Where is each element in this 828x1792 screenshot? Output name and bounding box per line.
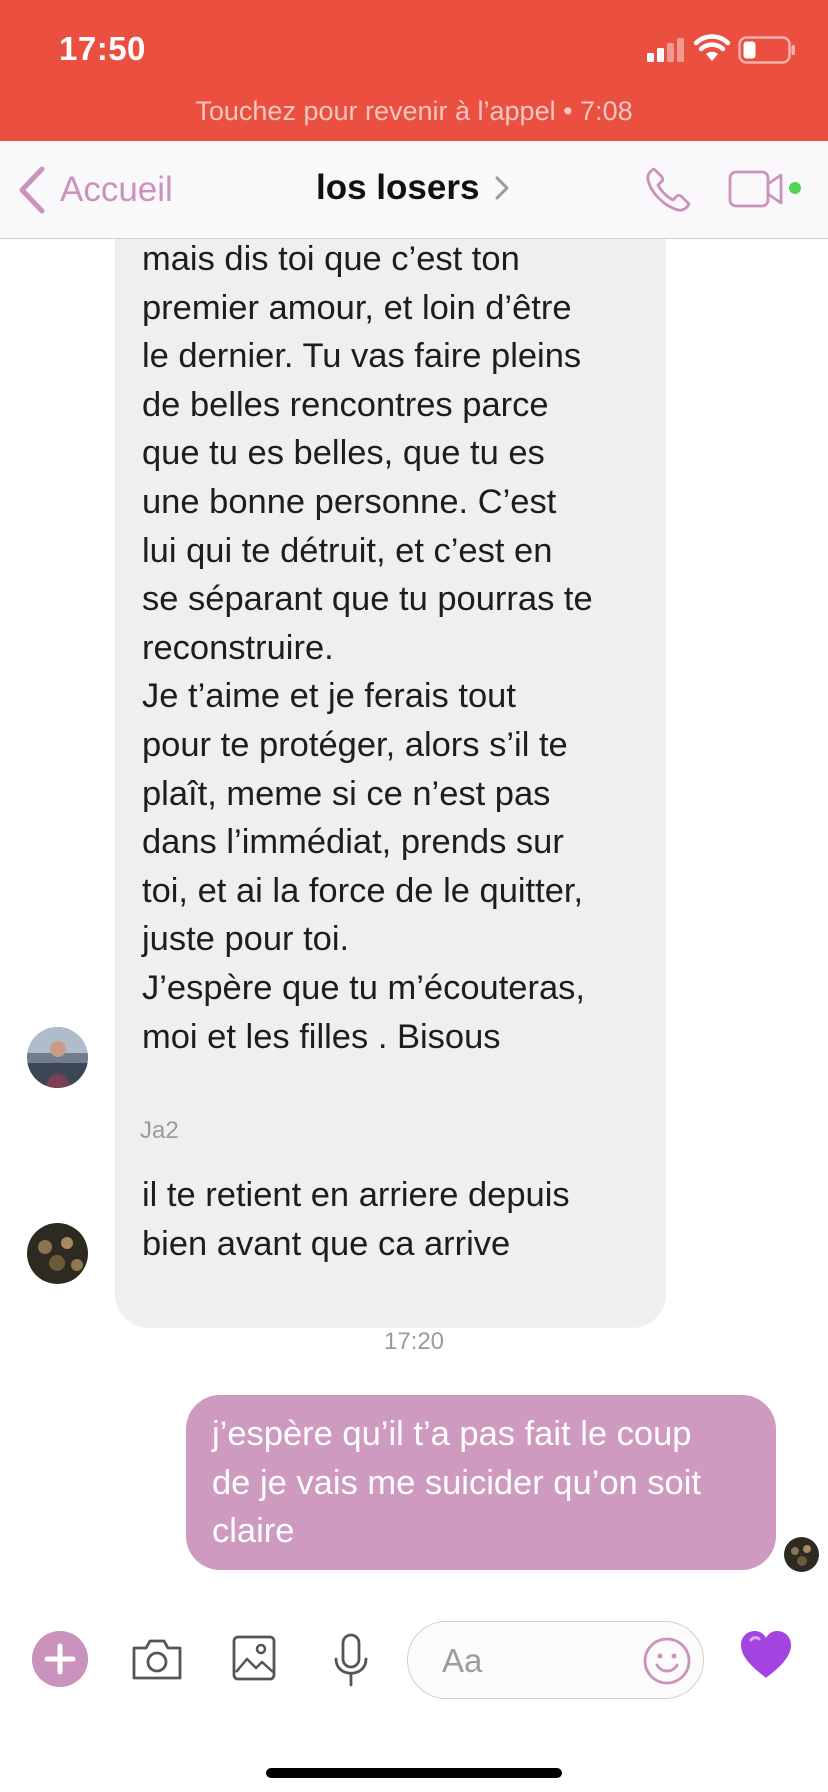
message-line: mais dis toi que c’est ton — [142, 240, 520, 278]
back-button-label: Accueil — [60, 170, 173, 209]
conversation-header: Accueil los losers — [0, 141, 828, 239]
message-line: de je vais me suicider qu’on soit — [212, 1463, 701, 1502]
back-button[interactable]: Accueil — [16, 163, 173, 217]
message-line: claire — [212, 1512, 295, 1551]
active-status-dot — [789, 182, 801, 194]
message-line: Je t’aime et je ferais tout — [142, 677, 516, 716]
message-line: il te retient en arriere depuis — [142, 1176, 570, 1214]
sender-name: Ja2 — [140, 1117, 179, 1144]
cellular-signal-icon — [647, 38, 684, 62]
heart-icon[interactable] — [738, 1628, 794, 1682]
message-line: que tu es belles, que tu es — [142, 434, 545, 473]
message-bubble-outgoing[interactable]: j’espère qu’il t’a pas fait le coup de j… — [186, 1395, 776, 1570]
battery-icon — [738, 36, 795, 64]
conversation-title-button[interactable]: los losers — [316, 168, 511, 208]
message-line: juste pour toi. — [142, 920, 350, 959]
phone-icon[interactable] — [643, 165, 693, 215]
message-line: pour te protéger, alors s’il te — [142, 725, 568, 764]
emoji-icon[interactable] — [642, 1636, 692, 1686]
message-thread[interactable]: mais dis toi que c’est ton premier amour… — [0, 239, 828, 1592]
message-line: toi, et ai la force de le quitter, — [142, 871, 584, 910]
status-time: 17:50 — [59, 30, 146, 67]
message-input-placeholder: Aa — [442, 1642, 483, 1679]
status-bar: 17:50 Touchez pour revenir à l’appel • 7… — [0, 0, 828, 141]
video-camera-icon[interactable] — [728, 169, 788, 209]
message-line: premier amour, et loin d’être — [142, 288, 572, 327]
home-indicator[interactable] — [266, 1768, 562, 1778]
message-line: reconstruire. — [142, 628, 334, 667]
avatar[interactable] — [27, 1027, 88, 1088]
message-bubble-incoming[interactable]: il te retient en arriere depuis bien ava… — [115, 1156, 640, 1283]
message-line: moi et les filles . Bisous — [142, 1017, 501, 1056]
microphone-icon[interactable] — [330, 1632, 372, 1688]
message-timestamp: 17:20 — [383, 1328, 445, 1355]
message-line: lui qui te détruit, et c’est en — [142, 531, 553, 570]
message-line: J’espère que tu m’écouteras, — [142, 968, 585, 1007]
message-line: une bonne personne. C’est — [142, 482, 557, 521]
message-line: plaît, meme si ce n’est pas — [142, 774, 551, 813]
image-icon[interactable] — [232, 1634, 276, 1682]
message-input[interactable]: Aa — [407, 1621, 704, 1699]
wifi-icon — [694, 34, 730, 61]
conversation-title: los losers — [316, 168, 480, 207]
chevron-right-icon — [495, 176, 509, 200]
plus-icon[interactable] — [32, 1631, 88, 1687]
message-line: bien avant que ca arrive — [142, 1224, 511, 1263]
message-line: j’espère qu’il t’a pas fait le coup — [212, 1415, 692, 1453]
read-receipt-avatar — [784, 1537, 819, 1572]
message-line: dans l’immédiat, prends sur — [142, 823, 564, 862]
chevron-left-icon — [19, 166, 45, 214]
camera-icon[interactable] — [130, 1636, 184, 1682]
avatar[interactable] — [27, 1223, 88, 1284]
return-to-call-banner[interactable]: Touchez pour revenir à l’appel • 7:08 — [0, 96, 828, 127]
message-line: de belles rencontres parce — [142, 385, 549, 424]
message-composer: Aa — [0, 1592, 828, 1792]
message-line: le dernier. Tu vas faire pleins — [142, 337, 582, 376]
message-line: se séparant que tu pourras te — [142, 580, 593, 619]
